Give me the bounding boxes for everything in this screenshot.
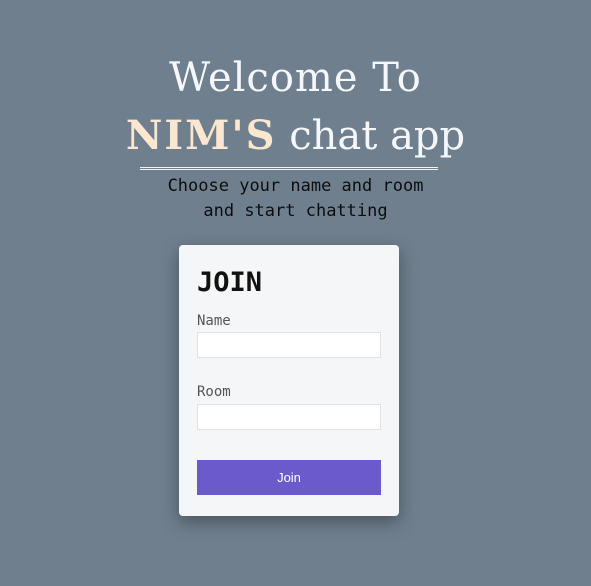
- room-label: Room: [197, 384, 231, 400]
- join-form-title: JOIN: [197, 267, 263, 298]
- title-divider: [140, 167, 438, 170]
- app-title: NIM'S chat app: [0, 112, 591, 160]
- name-input[interactable]: [197, 332, 381, 358]
- room-input[interactable]: [197, 404, 381, 430]
- name-label: Name: [197, 313, 231, 329]
- join-button[interactable]: Join: [197, 460, 381, 495]
- subtitle-line-2: and start chatting: [203, 201, 388, 221]
- app-title-rest: chat app: [289, 113, 466, 159]
- subtitle: Choose your name and room and start chat…: [0, 174, 591, 224]
- join-form: JOIN Name Room Join: [179, 245, 399, 516]
- subtitle-line-1: Choose your name and room: [167, 176, 424, 196]
- brand-name: NIM'S: [125, 112, 277, 159]
- welcome-heading: Welcome To: [169, 55, 422, 101]
